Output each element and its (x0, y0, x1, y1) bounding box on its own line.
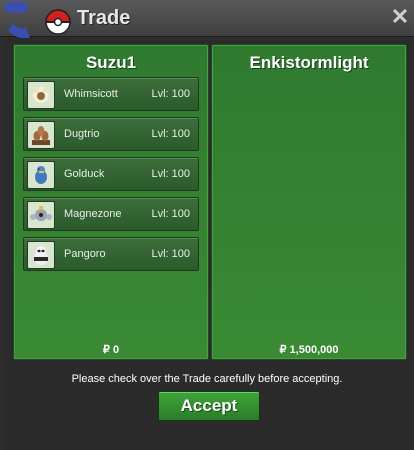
pangoro-sprite-icon (27, 241, 55, 269)
right-player-name: Enkistormlight (249, 53, 369, 72)
left-trade-panel: Suzu1 Whimsicott Lvl: 100 Dugtrio Lvl: 1… (13, 44, 209, 360)
pokemon-level: Lvl: 100 (151, 128, 190, 140)
accept-button[interactable]: Accept (158, 391, 260, 421)
pokemon-level: Lvl: 100 (151, 168, 190, 180)
pokemon-row-pangoro[interactable]: Pangoro Lvl: 100 (23, 237, 199, 271)
close-icon[interactable]: ✕ (389, 6, 411, 28)
pokemon-row-dugtrio[interactable]: Dugtrio Lvl: 100 (23, 117, 199, 151)
pokemon-name: Pangoro (64, 248, 106, 260)
left-pokemon-list: Whimsicott Lvl: 100 Dugtrio Lvl: 100 Gol… (23, 77, 199, 277)
whimsicott-sprite-icon (27, 81, 55, 109)
pokemon-row-whimsicott[interactable]: Whimsicott Lvl: 100 (23, 77, 199, 111)
pokemon-level: Lvl: 100 (151, 88, 190, 100)
dugtrio-sprite-icon (27, 121, 55, 149)
pokemon-name: Whimsicott (64, 88, 118, 100)
pokemon-name: Golduck (64, 168, 105, 180)
right-money: ₽ 1,500,000 (279, 344, 339, 356)
pokeball-logo-icon (4, 1, 71, 39)
golduck-sprite-icon (27, 161, 55, 189)
pokemon-level: Lvl: 100 (151, 208, 190, 220)
left-player-name: Suzu1 (85, 53, 137, 72)
title-bar[interactable]: Trade ✕ (0, 0, 414, 39)
pokemon-name: Magnezone (64, 208, 122, 220)
window-title: Trade (77, 7, 131, 29)
magnezone-sprite-icon (27, 201, 55, 229)
pokemon-row-golduck[interactable]: Golduck Lvl: 100 (23, 157, 199, 191)
pokemon-level: Lvl: 100 (151, 248, 190, 260)
pokemon-row-magnezone[interactable]: Magnezone Lvl: 100 (23, 197, 199, 231)
trade-notice: Please check over the Trade carefully be… (71, 373, 343, 385)
right-trade-panel: Enkistormlight ₽ 1,500,000 (211, 44, 407, 360)
trade-window: Trade ✕ Suzu1 Whimsicott Lvl: 100 Dugtri… (0, 0, 414, 450)
pokemon-name: Dugtrio (64, 128, 100, 140)
left-money: ₽ 0 (102, 344, 120, 356)
